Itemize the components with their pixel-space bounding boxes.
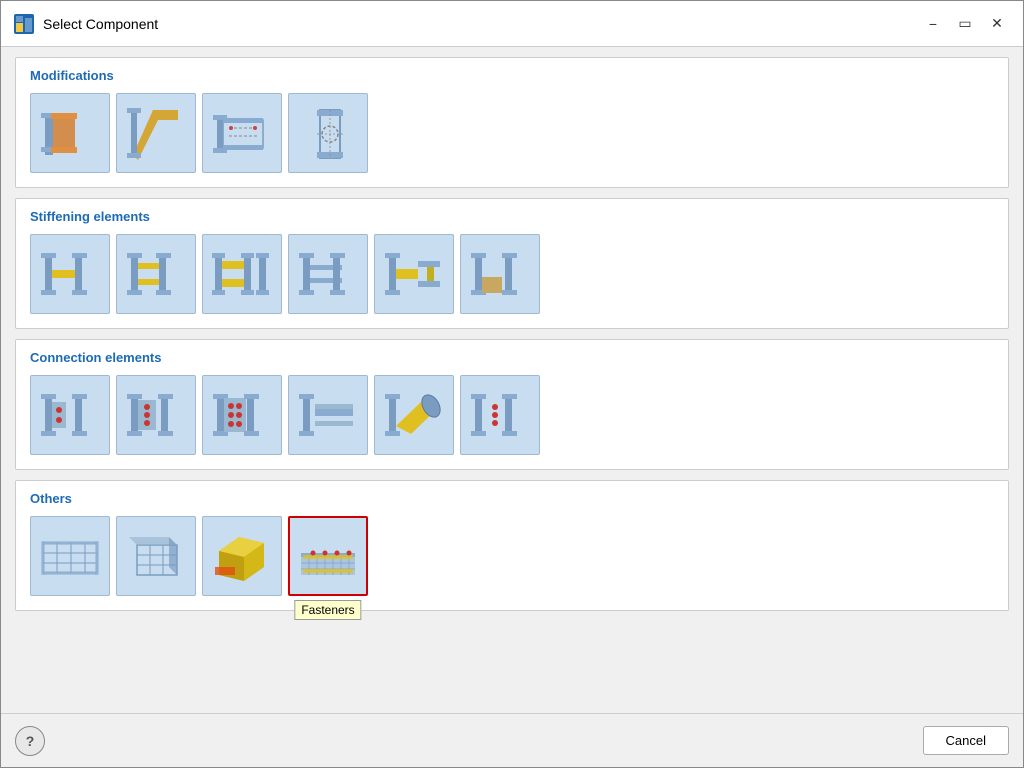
connection-icons (30, 375, 994, 455)
component-oth1[interactable] (30, 516, 110, 596)
component-stiff2[interactable] (116, 234, 196, 314)
connection-title: Connection elements (30, 350, 994, 365)
component-oth4-fasteners[interactable]: Fasteners (288, 516, 368, 596)
component-mod1[interactable] (30, 93, 110, 173)
dialog-title: Select Component (43, 16, 919, 32)
title-bar: Select Component − ▭ ✕ (1, 1, 1023, 47)
component-stiff1[interactable] (30, 234, 110, 314)
component-stiff3[interactable] (202, 234, 282, 314)
window-controls: − ▭ ✕ (919, 12, 1011, 36)
close-button[interactable]: ✕ (983, 12, 1011, 36)
component-mod3[interactable] (202, 93, 282, 173)
modifications-title: Modifications (30, 68, 994, 83)
component-stiff6[interactable] (460, 234, 540, 314)
component-conn2[interactable] (116, 375, 196, 455)
others-icons: Fasteners (30, 516, 994, 596)
component-oth2[interactable] (116, 516, 196, 596)
modifications-icons (30, 93, 994, 173)
component-conn3[interactable] (202, 375, 282, 455)
component-conn5[interactable] (374, 375, 454, 455)
others-title: Others (30, 491, 994, 506)
component-mod2[interactable] (116, 93, 196, 173)
component-conn6[interactable] (460, 375, 540, 455)
select-component-dialog: Select Component − ▭ ✕ Modifications (0, 0, 1024, 768)
stiffening-icons (30, 234, 994, 314)
stiffening-title: Stiffening elements (30, 209, 994, 224)
modifications-section: Modifications (15, 57, 1009, 188)
app-icon (13, 13, 35, 35)
bottom-bar: ? Cancel (1, 713, 1023, 767)
component-conn4[interactable] (288, 375, 368, 455)
fasteners-tooltip: Fasteners (294, 600, 361, 620)
cancel-button[interactable]: Cancel (923, 726, 1009, 755)
stiffening-section: Stiffening elements (15, 198, 1009, 329)
connection-section: Connection elements (15, 339, 1009, 470)
component-oth3[interactable] (202, 516, 282, 596)
content-area: Modifications (1, 47, 1023, 713)
maximize-button[interactable]: ▭ (951, 12, 979, 36)
component-conn1[interactable] (30, 375, 110, 455)
help-button[interactable]: ? (15, 726, 45, 756)
component-mod4[interactable] (288, 93, 368, 173)
minimize-button[interactable]: − (919, 12, 947, 36)
component-stiff4[interactable] (288, 234, 368, 314)
others-section: Others (15, 480, 1009, 611)
component-stiff5[interactable] (374, 234, 454, 314)
